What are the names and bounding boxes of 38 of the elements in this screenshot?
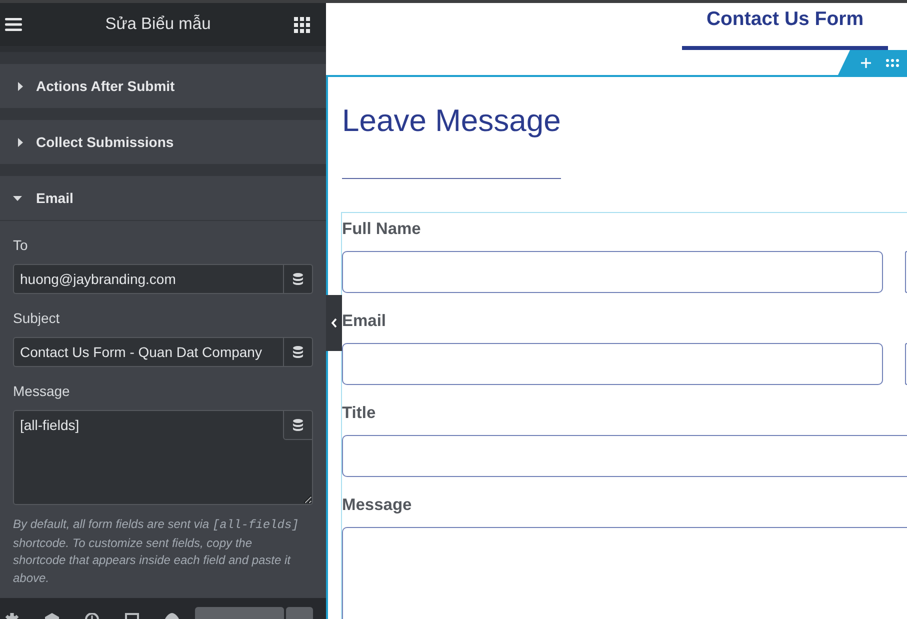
apps-grid-icon[interactable] <box>294 16 310 32</box>
field-label: Title <box>342 403 377 424</box>
collapse-panel-button[interactable] <box>326 295 342 351</box>
settings-icon[interactable] <box>5 613 19 619</box>
database-icon <box>293 419 303 431</box>
section-header[interactable]: Email <box>0 176 326 221</box>
layers-icon[interactable] <box>45 613 59 619</box>
panel-title: Sửa Biểu mẫu <box>105 15 211 34</box>
dynamic-tags-button[interactable] <box>283 337 313 367</box>
field-label: Subject <box>13 311 61 325</box>
textarea-field[interactable]: [all-fields] <box>13 410 313 505</box>
input-field[interactable] <box>342 343 883 385</box>
form-title: Leave Message <box>342 103 562 139</box>
field-label: Message <box>13 384 71 398</box>
field-label: Email <box>342 311 388 332</box>
history-icon[interactable] <box>85 613 99 619</box>
section-header[interactable]: Collect Submissions <box>0 120 326 164</box>
page-heading: Contact Us Form <box>706 7 864 31</box>
input-field[interactable] <box>342 435 907 477</box>
input-field[interactable]: Contact Us Form - Quan Dat Company <box>13 337 283 367</box>
database-icon <box>293 346 303 358</box>
database-icon <box>293 273 303 285</box>
field-label: To <box>13 238 29 252</box>
eye-icon[interactable] <box>165 613 179 619</box>
field-label: Message <box>342 495 413 516</box>
field-label: Full Name <box>342 219 422 240</box>
dynamic-tags-button[interactable] <box>283 410 313 440</box>
dynamic-tags-button[interactable] <box>283 264 313 294</box>
drag-handle-icon[interactable] <box>886 58 899 66</box>
section-header[interactable]: Actions After Submit <box>0 64 326 108</box>
input-field[interactable] <box>342 251 883 293</box>
plus-icon[interactable] <box>861 58 871 68</box>
help-text: By default, all form fields are sent via [all-fields] shortcode. To customize sent fields, copy the shortcode that appears inside each field and paste it above. <box>13 516 300 586</box>
chevron-left-icon <box>331 318 337 328</box>
textarea-field[interactable] <box>342 527 907 619</box>
monitor-icon[interactable] <box>125 613 139 619</box>
input-field[interactable]: huong@jaybranding.com <box>13 264 283 294</box>
menu-icon[interactable] <box>5 18 22 31</box>
